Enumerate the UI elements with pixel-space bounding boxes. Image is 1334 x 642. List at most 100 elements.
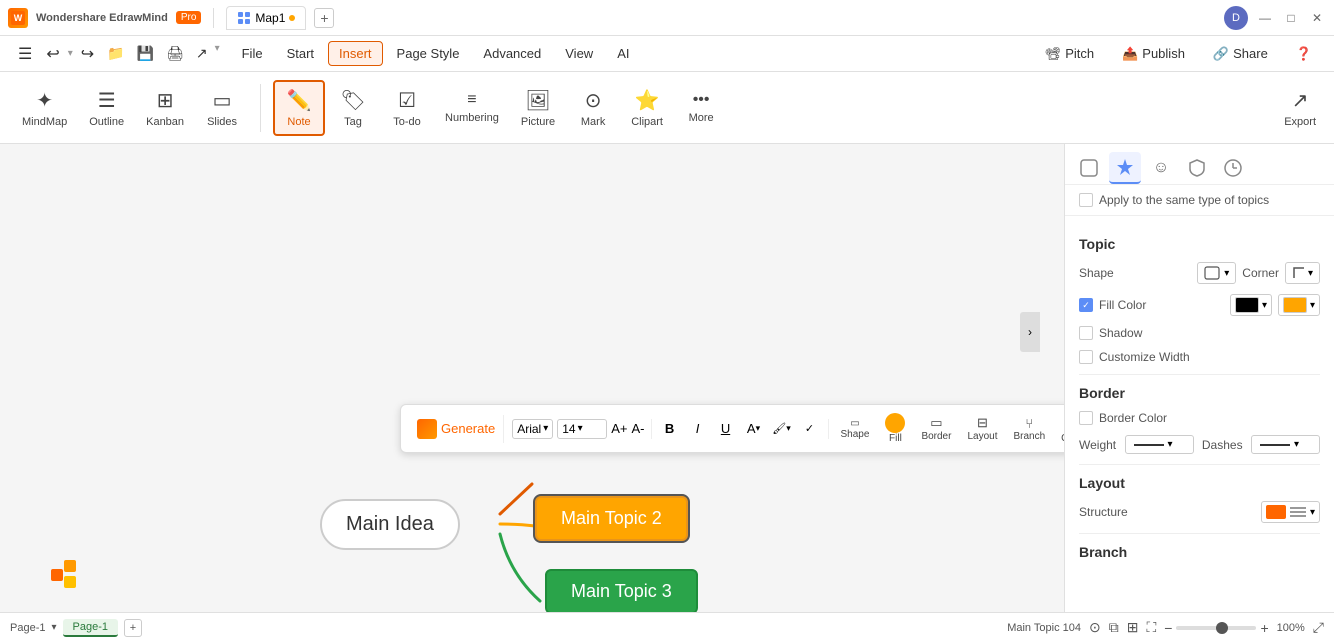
fill-color-orange-dropdown[interactable]: ▾ (1278, 294, 1320, 316)
clipart-label: Clipart (631, 116, 663, 128)
shape-select[interactable]: ▾ (1197, 262, 1236, 284)
topic-3-node[interactable]: Main Topic 3 (545, 569, 698, 612)
note-button[interactable]: ✏️ Note (273, 80, 325, 136)
page-dropdown-arrow[interactable]: ▾ (51, 622, 56, 633)
pitch-button[interactable]: 📽 Pitch (1035, 42, 1104, 66)
canvas-area[interactable]: Generate Arial ▾ 14 ▾ A+ A- B I U A ▾ 🖌 … (0, 144, 1064, 612)
panel-tab-clock[interactable] (1217, 152, 1249, 184)
toolbar-right: ↗ Export (1274, 82, 1326, 134)
main-idea-node[interactable]: Main Idea (320, 499, 460, 550)
apply-same-checkbox[interactable] (1079, 193, 1093, 207)
new-tab-button[interactable]: + (314, 8, 334, 28)
format-button[interactable]: ✓ (798, 417, 822, 441)
customize-width-checkbox[interactable] (1079, 350, 1093, 364)
panel-tab-shape[interactable] (1073, 152, 1105, 184)
tag-label: Tag (344, 116, 362, 128)
menu-insert[interactable]: Insert (328, 41, 383, 66)
share-button[interactable]: 🔗 Share (1203, 42, 1278, 66)
maximize-button[interactable]: □ (1282, 9, 1300, 27)
generate-button[interactable]: Generate (409, 415, 504, 443)
branch-button[interactable]: ⑂ Branch (1007, 414, 1051, 444)
panel-tab-ai[interactable] (1109, 152, 1141, 184)
grid-view-icon[interactable]: ⊞ (1127, 619, 1139, 636)
map-tab[interactable]: Map1 (226, 6, 306, 30)
generate-label: Generate (441, 421, 495, 436)
bold-button[interactable]: B (658, 417, 682, 441)
menu-advanced[interactable]: Advanced (473, 42, 551, 65)
minimize-button[interactable]: — (1256, 9, 1274, 27)
topic-2-node[interactable]: Main Topic 2 (535, 496, 688, 541)
app-name: Wondershare EdrawMind (36, 12, 168, 24)
more-insert-button[interactable]: ••• More (675, 85, 727, 130)
connector-button[interactable]: ⤵ Connector (1055, 412, 1064, 446)
mark-button[interactable]: ⊙ Mark (567, 82, 619, 134)
numbering-button[interactable]: ≡ Numbering (435, 85, 509, 130)
user-avatar[interactable]: D (1224, 6, 1248, 30)
fill-color-black-dropdown[interactable]: ▾ (1230, 294, 1272, 316)
add-page-button[interactable]: + (124, 619, 142, 637)
export-quick[interactable]: ↗ (191, 43, 213, 64)
shape-toolbar-button[interactable]: ▭ Shape (835, 416, 876, 442)
decrease-size-button[interactable]: A- (632, 421, 645, 436)
italic-button[interactable]: I (686, 417, 710, 441)
note-label: Note (287, 116, 310, 128)
menu-ai[interactable]: AI (607, 42, 639, 65)
weight-select[interactable]: ▾ (1125, 435, 1194, 454)
menu-start[interactable]: Start (277, 42, 324, 65)
panel-tab-emoji[interactable]: ☺ (1145, 152, 1177, 184)
todo-button[interactable]: ☑ To-do (381, 82, 433, 134)
menu-pagestyle[interactable]: Page Style (387, 42, 470, 65)
clipart-button[interactable]: ⭐ Clipart (621, 82, 673, 134)
shadow-checkbox[interactable] (1079, 326, 1093, 340)
export-icon: ↗ (1292, 88, 1309, 113)
zoom-plus-button[interactable]: + (1260, 620, 1268, 636)
panel-tab-shield[interactable] (1181, 152, 1213, 184)
fill-orange-swatch (1283, 297, 1307, 313)
sidebar-toggle[interactable]: ☰ (12, 42, 38, 66)
page-1-tab[interactable]: Page-1 (63, 619, 118, 637)
tag-button[interactable]: 🏷 Tag (327, 82, 379, 134)
help-button[interactable]: ❓ (1286, 42, 1322, 66)
clipart-icon: ⭐ (635, 88, 660, 113)
outline-button[interactable]: ☰ Outline (79, 82, 134, 134)
redo-button[interactable]: ↪ (75, 42, 100, 66)
zoom-thumb (1216, 622, 1228, 634)
structure-select[interactable]: ▾ (1261, 501, 1320, 523)
fit-view-icon[interactable]: ⊙ (1089, 619, 1101, 636)
close-button[interactable]: ✕ (1308, 9, 1326, 27)
slides-button[interactable]: ▭ Slides (196, 82, 248, 134)
increase-size-button[interactable]: A+ (611, 421, 627, 436)
kanban-button[interactable]: ⊞ Kanban (136, 82, 194, 134)
actual-size-icon[interactable]: ⧉ (1109, 619, 1119, 636)
menu-file[interactable]: File (232, 42, 273, 65)
layout-button[interactable]: ⊟ Layout (961, 413, 1003, 444)
fill-button[interactable]: Fill (879, 411, 911, 446)
menu-view[interactable]: View (555, 42, 603, 65)
collapse-panel-button[interactable]: › (1020, 312, 1040, 352)
mindmap-button[interactable]: ✦ MindMap (12, 82, 77, 134)
picture-button[interactable]: 🖼 Picture (511, 82, 565, 134)
corner-select[interactable]: ▾ (1285, 262, 1320, 284)
font-color-button[interactable]: A ▾ (742, 417, 766, 441)
underline-button[interactable]: U (714, 417, 738, 441)
dashes-select[interactable]: ▾ (1251, 435, 1320, 454)
font-select[interactable]: Arial ▾ (512, 419, 553, 439)
export-button[interactable]: ↗ Export (1274, 82, 1326, 134)
size-select[interactable]: 14 ▾ (557, 419, 607, 439)
highlight-button[interactable]: 🖌 ▾ (770, 417, 794, 441)
publish-button[interactable]: 📤 Publish (1112, 42, 1195, 66)
fit-window-icon[interactable]: ⤢ (1313, 619, 1324, 636)
border-button[interactable]: ▭ Border (915, 413, 957, 444)
zoom-slider[interactable] (1176, 626, 1256, 630)
undo-button[interactable]: ↩ (40, 42, 65, 66)
save-button[interactable]: 💾 (132, 43, 159, 64)
fill-color-checkbox[interactable]: ✓ (1079, 298, 1093, 312)
structure-label: Structure (1079, 505, 1128, 519)
full-screen-icon[interactable]: ⛶ (1146, 619, 1156, 636)
zoom-minus-button[interactable]: − (1164, 620, 1172, 636)
border-color-checkbox[interactable] (1079, 411, 1093, 425)
note-icon: ✏️ (287, 88, 312, 113)
open-button[interactable]: 📁 (102, 43, 129, 64)
print-button[interactable]: 🖨 (161, 43, 189, 64)
corner-label: Corner (1242, 266, 1279, 280)
